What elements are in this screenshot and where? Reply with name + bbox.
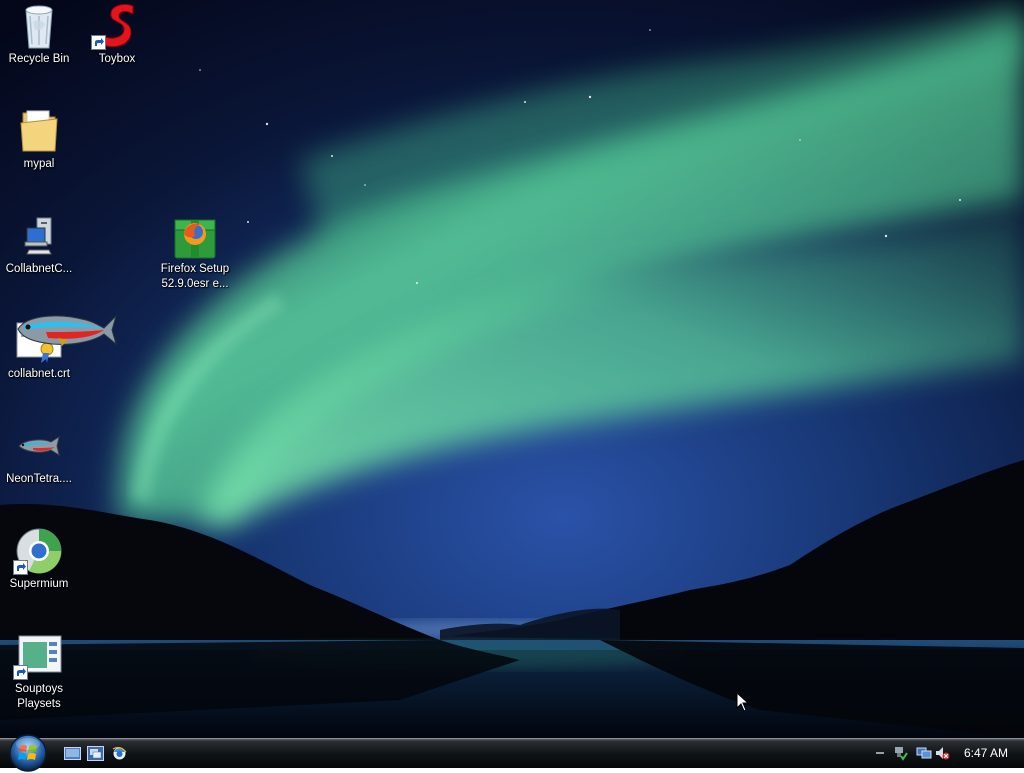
windows-start-orb-icon[interactable] bbox=[8, 733, 48, 773]
firefox-installer-icon bbox=[171, 212, 219, 260]
desktop-icon-supermium[interactable]: Supermium bbox=[0, 527, 78, 592]
icon-label: CollabnetC... bbox=[5, 263, 73, 275]
icon-label: NeonTetra.... bbox=[6, 473, 72, 485]
neon-tetra-fish[interactable] bbox=[16, 310, 118, 348]
icon-label: mypal bbox=[23, 158, 55, 170]
desktop-icon-toybox[interactable]: Toybox bbox=[78, 2, 156, 67]
souptoys-playsets-icon bbox=[13, 632, 63, 680]
neon-tetra-fish-icon bbox=[15, 422, 63, 470]
folder-icon bbox=[15, 107, 63, 155]
toybox-icon bbox=[91, 2, 141, 50]
clock[interactable]: 6:47 AM bbox=[964, 746, 1008, 760]
show-desktop-icon[interactable] bbox=[64, 746, 81, 761]
desktop-icon-firefox-setup[interactable]: Firefox Setup 52.9.0esr e... bbox=[156, 212, 234, 292]
desktop-icon-recycle-bin[interactable]: Recycle Bin bbox=[0, 2, 78, 67]
desktop-icon-neontetra[interactable]: NeonTetra.... bbox=[0, 422, 78, 487]
shortcut-arrow-icon bbox=[13, 560, 28, 575]
shortcut-arrow-icon bbox=[13, 665, 28, 680]
safely-remove-hardware-icon[interactable] bbox=[892, 745, 908, 761]
switch-windows-icon[interactable] bbox=[87, 746, 104, 761]
supermium-browser-icon bbox=[13, 527, 63, 575]
taskbar: 6:47 AM bbox=[0, 734, 1024, 772]
computer-program-icon bbox=[15, 212, 63, 260]
network-icon[interactable] bbox=[916, 745, 932, 761]
shortcut-arrow-icon bbox=[91, 35, 106, 50]
recycle-bin-icon bbox=[15, 2, 63, 50]
desktop-icon-souptoys-playsets[interactable]: Souptoys Playsets bbox=[0, 632, 78, 712]
icon-label: Recycle Bin bbox=[8, 53, 70, 65]
icon-label: Firefox Setup 52.9.0esr e... bbox=[160, 263, 230, 290]
aurora-wallpaper bbox=[0, 0, 1024, 738]
desktop[interactable]: Recycle Bin Toybox mypal CollabnetC... F… bbox=[0, 0, 1024, 738]
tray-chevron-icon[interactable] bbox=[872, 745, 888, 761]
icon-label: Supermium bbox=[9, 578, 69, 590]
icon-label: collabnet.crt bbox=[7, 368, 70, 380]
icon-label: Souptoys Playsets bbox=[15, 683, 63, 710]
mouse-pointer-icon bbox=[736, 692, 750, 712]
internet-explorer-icon[interactable] bbox=[111, 746, 128, 761]
desktop-icon-mypal[interactable]: mypal bbox=[0, 107, 78, 172]
notification-area: 6:47 AM bbox=[872, 739, 1024, 768]
desktop-icon-collabnet-client[interactable]: CollabnetC... bbox=[0, 212, 78, 277]
volume-muted-icon[interactable] bbox=[934, 745, 950, 761]
icon-label: Toybox bbox=[98, 53, 136, 65]
